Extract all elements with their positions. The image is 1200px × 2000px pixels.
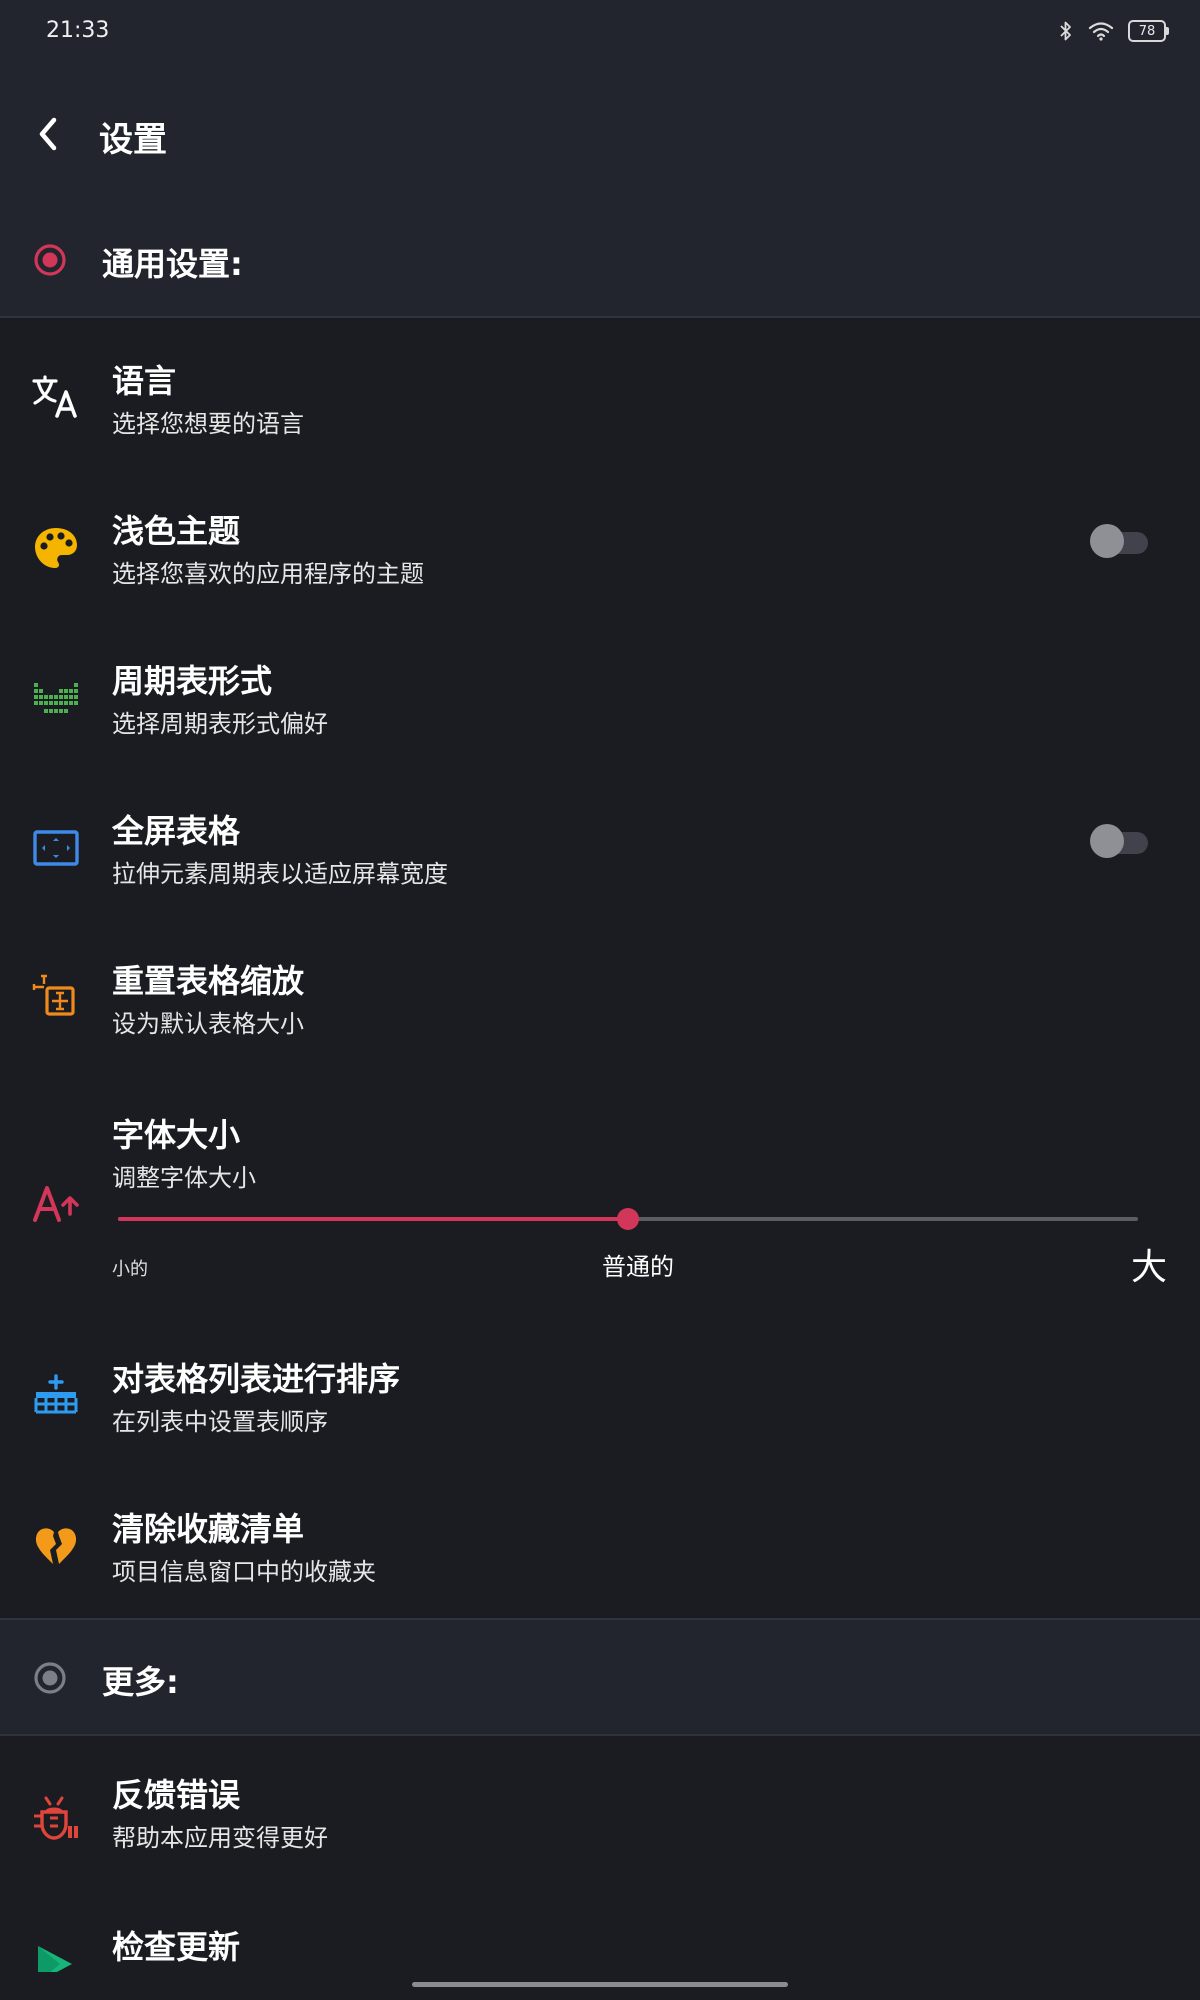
slider-thumb[interactable] [617, 1208, 639, 1230]
setting-subtitle: 调整字体大小 [112, 1164, 256, 1192]
setting-subtitle: 选择您喜欢的应用程序的主题 [112, 560, 424, 588]
font-size-icon [33, 1186, 79, 1222]
setting-title: 浅色主题 [112, 512, 241, 550]
setting-title: 重置表格缩放 [112, 962, 305, 1000]
setting-subtitle: 拉伸元素周期表以适应屏幕宽度 [112, 860, 448, 888]
setting-report-bug[interactable]: 反馈错误 帮助本应用变得更好 [0, 1736, 1200, 1886]
font-scale-large-label: 大 [1131, 1247, 1168, 1288]
wifi-icon [1088, 22, 1114, 41]
navigation-bar [0, 1972, 1200, 2000]
setting-subtitle: 在列表中设置表顺序 [112, 1408, 328, 1436]
setting-clear-favorites[interactable]: 清除收藏清单 项目信息窗口中的收藏夹 [0, 1468, 1200, 1618]
setting-light-theme[interactable]: 浅色主题 选择您喜欢的应用程序的主题 [0, 468, 1200, 618]
setting-title: 对表格列表进行排序 [112, 1360, 401, 1398]
setting-title: 语言 [112, 362, 177, 400]
setting-table-format[interactable]: 周期表形式 选择周期表形式偏好 [0, 618, 1200, 768]
reset-zoom-icon [32, 974, 75, 1016]
periodic-table-icon [34, 683, 78, 713]
bug-icon [34, 1796, 78, 1840]
setting-subtitle: 选择您想要的语言 [112, 410, 304, 438]
font-scale-normal-label: 普通的 [602, 1253, 674, 1281]
slider-fill [118, 1217, 628, 1221]
setting-title: 反馈错误 [112, 1776, 241, 1814]
section-bullet-icon [34, 244, 66, 276]
setting-title: 清除收藏清单 [112, 1510, 305, 1548]
font-size-slider[interactable] [112, 1203, 1144, 1233]
section-bullet-icon [34, 1662, 66, 1694]
setting-fullscreen-table[interactable]: 全屏表格 拉伸元素周期表以适应屏幕宽度 [0, 768, 1200, 918]
broken-heart-icon [35, 1528, 77, 1564]
setting-check-update[interactable]: 检查更新 [0, 1886, 1200, 1982]
back-arrow-icon[interactable] [30, 112, 70, 156]
font-scale-small-label: 小的 [112, 1259, 148, 1280]
section-label-more: 更多: [102, 1663, 179, 1701]
sort-table-icon [34, 1374, 78, 1414]
setting-title: 检查更新 [112, 1928, 241, 1966]
setting-subtitle: 帮助本应用变得更好 [112, 1824, 328, 1852]
section-header-more: 更多: [0, 1620, 1200, 1736]
light-theme-toggle[interactable] [1090, 524, 1148, 558]
setting-title: 全屏表格 [112, 812, 241, 850]
section-header-general: 通用设置: [0, 202, 1200, 318]
fullscreen-icon [33, 830, 79, 866]
battery-level: 78 [1138, 23, 1156, 39]
setting-subtitle: 项目信息窗口中的收藏夹 [112, 1558, 376, 1586]
fullscreen-table-toggle[interactable] [1090, 824, 1148, 858]
setting-font-size: 字体大小 调整字体大小 [0, 1068, 1200, 1304]
status-time: 21:33 [46, 18, 110, 43]
setting-reset-zoom[interactable]: 重置表格缩放 设为默认表格大小 [0, 918, 1200, 1068]
section-label-general: 通用设置: [102, 245, 243, 283]
setting-subtitle: 设为默认表格大小 [112, 1010, 304, 1038]
setting-title: 周期表形式 [112, 662, 273, 700]
home-gesture-handle[interactable] [412, 1982, 788, 1987]
palette-icon [35, 528, 77, 568]
toggle-thumb [1090, 824, 1124, 858]
toggle-thumb [1090, 524, 1124, 558]
status-icons: 78 [1058, 20, 1169, 42]
setting-language[interactable]: 语言 选择您想要的语言 [0, 318, 1200, 468]
bluetooth-icon [1060, 21, 1071, 41]
setting-subtitle: 选择周期表形式偏好 [112, 710, 328, 738]
page-title: 设置 [99, 120, 167, 160]
translate-icon [32, 375, 77, 418]
setting-sort-tables[interactable]: 对表格列表进行排序 在列表中设置表顺序 [0, 1318, 1200, 1468]
battery-indicator: 78 [1128, 20, 1169, 42]
setting-title: 字体大小 [112, 1116, 241, 1154]
